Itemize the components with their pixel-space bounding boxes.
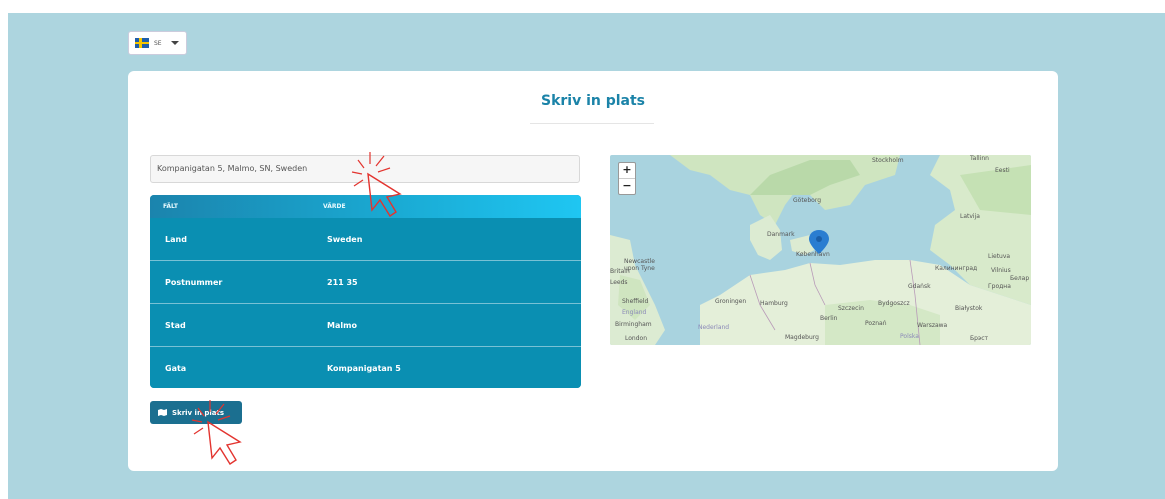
field-label: Land — [165, 234, 187, 244]
field-value: Malmo — [327, 320, 357, 330]
language-code: SE — [154, 39, 162, 47]
table-row: Postnummer 211 35 — [150, 260, 581, 303]
table-header: FÄLT VÄRDE — [150, 195, 581, 218]
map-label: Berlin — [820, 315, 838, 322]
zoom-out-button[interactable]: − — [619, 178, 635, 194]
map-label: Hamburg — [760, 300, 788, 307]
map-label: Tallinn — [970, 155, 989, 162]
map-label: Polska — [900, 333, 919, 340]
zoom-in-button[interactable]: + — [619, 163, 635, 178]
map-label: Sheffield — [622, 298, 649, 305]
map-label: Eesti — [995, 167, 1010, 174]
map-label: Warszawa — [917, 322, 948, 329]
chevron-down-icon — [170, 41, 179, 45]
field-label: Gata — [165, 363, 187, 373]
field-value: Sweden — [327, 234, 363, 244]
map-label: Stockholm — [872, 157, 904, 164]
field-value: Kompanigatan 5 — [327, 363, 401, 373]
map-label: Vilnius — [991, 267, 1011, 274]
map-label: Калининград — [935, 265, 978, 272]
map-label: Birmingham — [615, 321, 652, 328]
header-value: VÄRDE — [323, 203, 346, 210]
field-value: 211 35 — [327, 277, 358, 287]
map-label: København — [796, 251, 830, 258]
language-selector[interactable]: SE — [128, 31, 187, 55]
map-label: Lietuva — [988, 253, 1011, 260]
map-label: Nederland — [698, 324, 730, 331]
zoom-controls: + − — [618, 162, 636, 195]
location-card: Skriv in plats Kompanigatan 5, Malmo, SN… — [128, 71, 1058, 471]
map-label: Białystok — [955, 305, 983, 312]
map-label: Белар — [1010, 275, 1030, 282]
map-label: Göteborg — [793, 197, 822, 204]
map-label: Poznań — [865, 320, 887, 327]
address-input[interactable]: Kompanigatan 5, Malmo, SN, Sweden — [150, 155, 580, 183]
table-row: Gata Kompanigatan 5 — [150, 346, 581, 388]
header-field: FÄLT — [163, 203, 178, 210]
map-label: England — [622, 309, 647, 316]
map-label: Groningen — [715, 298, 747, 305]
map-label: Britain — [610, 268, 630, 275]
table-row: Land Sweden — [150, 218, 581, 260]
map-label: Magdeburg — [785, 334, 819, 341]
map-label: Leeds — [610, 279, 628, 286]
map-label: London — [625, 335, 647, 342]
page-title: Skriv in plats — [540, 93, 646, 109]
location-table: FÄLT VÄRDE Land Sweden Postnummer 211 35… — [150, 195, 581, 388]
map-view[interactable]: + − Stockholm Tallinn Eesti Latvija Göte… — [610, 155, 1031, 345]
title-divider — [530, 123, 654, 124]
map-icon — [158, 409, 167, 416]
map-label: Gdańsk — [908, 283, 931, 290]
table-row: Stad Malmo — [150, 303, 581, 346]
field-label: Stad — [165, 320, 186, 330]
map-label: Bydgoszcz — [878, 300, 910, 307]
map-label: Newcastle upon Tyne — [624, 258, 655, 272]
map-label: Брэст — [970, 335, 989, 342]
submit-button-label: Skriv in plats — [172, 408, 225, 417]
map-label: Danmark — [767, 231, 795, 238]
sweden-flag-icon — [135, 38, 149, 48]
map-label: Szczecin — [838, 305, 864, 312]
field-label: Postnummer — [165, 277, 223, 287]
map-label: Гродна — [988, 283, 1011, 290]
submit-location-button[interactable]: Skriv in plats — [150, 401, 242, 424]
map-label: Latvija — [960, 213, 980, 220]
